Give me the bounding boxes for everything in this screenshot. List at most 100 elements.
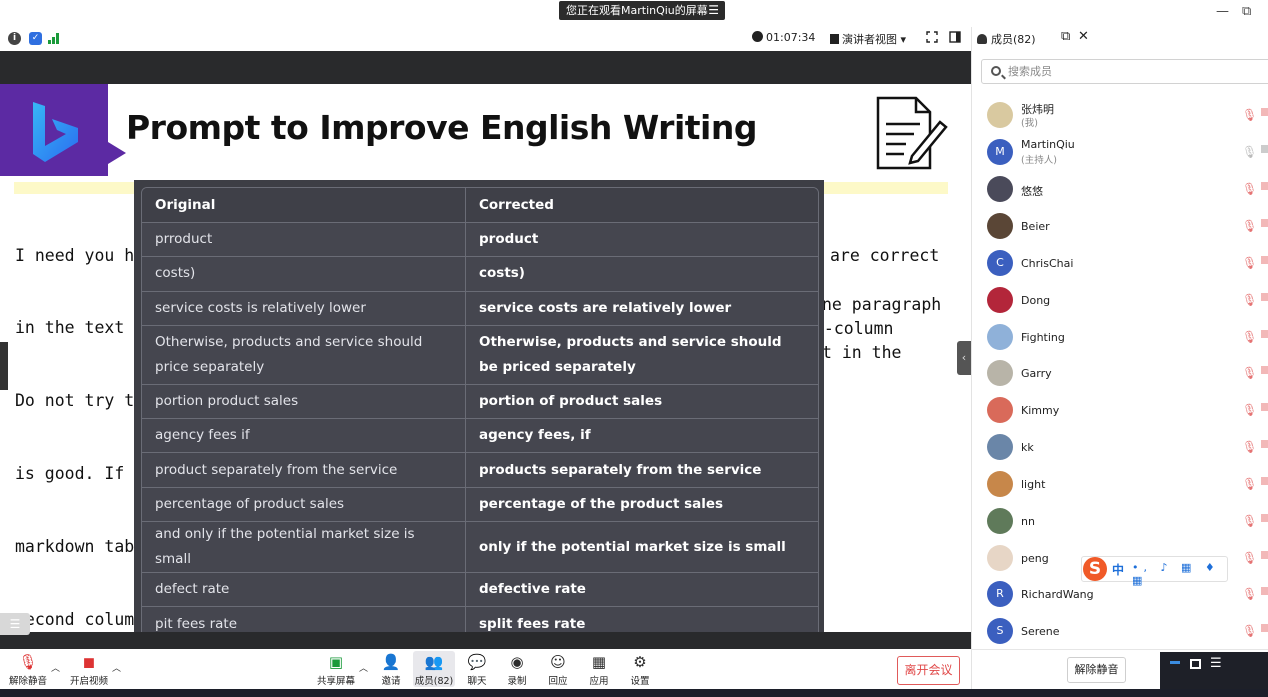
chevron-up-icon[interactable]: ︿ (112, 661, 121, 674)
corrected-cell: Otherwise, products and service should b… (466, 326, 818, 385)
original-cell: agency fees if (142, 419, 466, 454)
prompt-line: is good. If (15, 464, 135, 484)
prompt-line: I need you h (15, 245, 135, 265)
mic-muted-icon: 🎙 (1242, 551, 1258, 565)
member-row[interactable]: Beier 🎙 (972, 209, 1268, 245)
search-placeholder: 搜索成员 (1008, 65, 1052, 78)
video-off-icon: ◼ (82, 653, 96, 671)
member-row[interactable]: S Serene 🎙 (972, 614, 1268, 650)
leave-meeting-button[interactable]: 离开会议 (897, 656, 960, 685)
meeting-window: 您正在观看MartinQiu的屏幕 ☰ — ⧉ i ✓ 01:07:34 演讲者… (0, 0, 1268, 697)
member-name: peng (1021, 552, 1049, 565)
avatar: S (987, 618, 1013, 644)
start-video-button[interactable]: ◼ 开启视频 (69, 653, 109, 687)
minimize-button[interactable]: — (1216, 4, 1229, 19)
member-row[interactable]: light 🎙 (972, 467, 1268, 503)
members-panel-title: 成员(82) (977, 31, 1036, 47)
left-drag-handle[interactable] (0, 342, 8, 390)
minimize-icon[interactable] (1170, 661, 1180, 664)
popout-icon[interactable]: ⧉ (1061, 29, 1070, 44)
apps-button[interactable]: ▦ 应用 (587, 653, 611, 687)
record-button[interactable]: ◉ 录制 (505, 653, 529, 687)
shield-icon[interactable]: ✓ (29, 32, 42, 45)
corrected-cell: defective rate (466, 573, 818, 608)
member-row[interactable]: Garry 🎙 (972, 356, 1268, 392)
member-name: Serene (1021, 625, 1060, 638)
member-row[interactable]: Fighting 🎙 (972, 320, 1268, 356)
view-mode-button[interactable]: 演讲者视图 ▾ (830, 31, 906, 47)
video-off-icon (1261, 330, 1268, 338)
close-icon[interactable]: ✕ (1078, 29, 1089, 44)
menu-lines-icon[interactable]: ☰ (708, 1, 719, 20)
layout-toggle-icon[interactable] (949, 31, 961, 43)
chevron-up-icon[interactable]: ︿ (359, 661, 368, 674)
sogou-logo-icon: S (1083, 557, 1107, 581)
mic-muted-icon: 🎙 (1242, 182, 1258, 196)
member-row[interactable]: kk 🎙 (972, 430, 1268, 466)
chat-label: 聊天 (467, 676, 487, 687)
reactions-button[interactable]: ☺ 回应 (546, 653, 570, 687)
window-icon[interactable] (1190, 659, 1201, 669)
members-panel: 成员(82) ⧉ ✕ 搜索成员 张炜明 (我) 🎙 M MartinQiu (主持人) 🎙 悠… (971, 27, 1268, 689)
prompt-text-right-d: t in the (822, 292, 901, 413)
unmute-button[interactable]: 🎙 解除静音 (9, 653, 47, 687)
corrected-cell: only if the potential market size is sma… (466, 522, 818, 574)
member-row[interactable]: Kimmy 🎙 (972, 393, 1268, 429)
avatar (987, 360, 1013, 386)
settings-button[interactable]: ⚙ 设置 (628, 653, 652, 687)
mic-muted-icon: 🎙 (1242, 330, 1258, 344)
info-icon[interactable]: i (8, 32, 21, 45)
ime-language-toggle[interactable]: 中 (1112, 561, 1124, 578)
signal-strength-icon[interactable] (48, 33, 62, 44)
table-row: agency fees if agency fees, if (142, 419, 818, 454)
unmute-all-button[interactable]: 解除静音 (1067, 657, 1126, 683)
avatar (987, 176, 1013, 202)
start-video-label: 开启视频 (69, 676, 108, 687)
corrected-cell: percentage of the product sales (466, 488, 818, 523)
member-row[interactable]: Dong 🎙 (972, 283, 1268, 319)
member-row[interactable]: C ChrisChai 🎙 (972, 246, 1268, 282)
mic-muted-icon: 🎙 (18, 653, 38, 671)
search-members-input[interactable]: 搜索成员 (981, 59, 1268, 84)
mic-muted-icon: 🎙 (1242, 366, 1258, 380)
corrected-cell: agency fees, if (466, 419, 818, 454)
corrected-cell: costs) (466, 257, 818, 292)
ime-tools[interactable]: •, ♪ ▦ ♦ ▦ (1132, 561, 1227, 587)
table-row: defect rate defective rate (142, 573, 818, 608)
menu-icon[interactable]: ☰ (1210, 656, 1222, 671)
table-row: service costs is relatively lower service… (142, 291, 818, 326)
screen-share-notice[interactable]: 您正在观看MartinQiu的屏幕 ☰ (559, 1, 725, 20)
ime-toolbar[interactable]: S 中 •, ♪ ▦ ♦ ▦ (1081, 556, 1228, 587)
invite-button[interactable]: 👤 邀请 (378, 653, 404, 687)
member-row[interactable]: 悠悠 🎙 (972, 172, 1268, 208)
fullscreen-icon[interactable] (926, 31, 938, 43)
avatar: R (987, 581, 1013, 607)
restore-button[interactable]: ⧉ (1242, 4, 1251, 19)
reaction-icon: ☺ (550, 653, 566, 671)
member-row[interactable]: M MartinQiu (主持人) 🎙 (972, 135, 1268, 171)
video-off-icon (1261, 366, 1268, 374)
chevron-up-icon[interactable]: ︿ (51, 661, 60, 674)
prompt-line: t in the (822, 342, 902, 362)
member-name: RichardWang (1021, 588, 1094, 601)
collapse-panel-handle[interactable]: ‹ (957, 341, 971, 375)
member-row[interactable]: nn 🎙 (972, 504, 1268, 540)
unmute-label: 解除静音 (9, 676, 48, 687)
video-off-icon (1261, 440, 1268, 448)
members-icon (977, 34, 987, 44)
chat-button[interactable]: 💬 聊天 (465, 653, 489, 687)
members-panel-title-text: 成员(82) (991, 33, 1036, 46)
member-row[interactable]: 张炜明 (我) 🎙 (972, 98, 1268, 134)
avatar (987, 508, 1013, 534)
settings-label: 设置 (630, 676, 650, 687)
members-button[interactable]: 👥 成员(82) (413, 651, 455, 687)
floating-mini-window[interactable]: ☰ (1160, 652, 1268, 689)
apps-label: 应用 (589, 676, 609, 687)
floating-list-button[interactable]: ☰ (0, 613, 30, 635)
share-notice-text: 您正在观看MartinQiu的屏幕 (566, 4, 708, 17)
share-screen-label: 共享屏幕 (316, 676, 355, 687)
original-cell: costs) (142, 257, 466, 292)
mic-muted-icon: 🎙 (1242, 108, 1258, 122)
share-screen-button[interactable]: ▣ 共享屏幕 (316, 653, 356, 687)
table-row: percentage of product sales percentage of… (142, 487, 818, 523)
